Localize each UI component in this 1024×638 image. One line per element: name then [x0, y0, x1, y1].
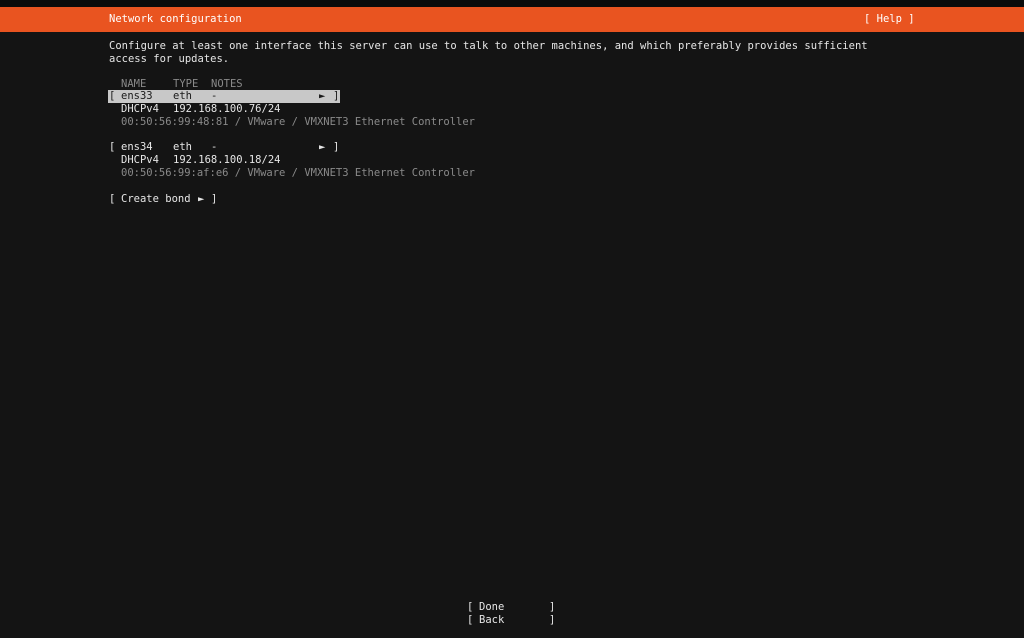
description-text: Configure at least one interface this se…	[109, 40, 868, 65]
bracket-open: [	[109, 141, 116, 153]
submenu-arrow-icon: ►	[198, 193, 205, 205]
back-button[interactable]: [ Back ]	[467, 614, 559, 627]
column-header-notes: NOTES	[211, 78, 243, 90]
page-title: Network configuration	[109, 13, 242, 25]
interface-notes: -	[211, 141, 218, 153]
interface-address: 192.168.100.76/24	[173, 103, 281, 115]
help-button[interactable]: [ Help ]	[864, 13, 915, 26]
interface-name: ens33	[121, 90, 153, 102]
interface-details: 00:50:56:99:48:81 / VMware / VMXNET3 Eth…	[121, 116, 476, 128]
interface-method: DHCPv4	[121, 154, 159, 166]
submenu-arrow-icon: ►	[319, 141, 326, 153]
create-bond-label: Create bond	[121, 193, 191, 205]
column-header-name: NAME	[121, 78, 147, 90]
back-label: Back	[479, 614, 505, 626]
submenu-arrow-icon: ►	[319, 90, 326, 102]
bracket-open: [	[467, 601, 474, 613]
bracket-close: ]	[549, 614, 556, 626]
interface-address: 192.168.100.18/24	[173, 154, 281, 166]
top-strip	[0, 0, 1024, 7]
interface-name: ens34	[121, 141, 153, 153]
create-bond-button[interactable]: [ Create bond ► ]	[109, 193, 219, 206]
interface-method: DHCPv4	[121, 103, 159, 115]
done-label: Done	[479, 601, 505, 613]
bracket-close: ]	[333, 90, 340, 102]
interface-row-ens33[interactable]: [ ens33 eth - ► ]	[108, 90, 340, 103]
interface-details: 00:50:56:99:af:e6 / VMware / VMXNET3 Eth…	[121, 167, 476, 179]
bracket-open: [	[109, 90, 116, 102]
bracket-open: [	[467, 614, 474, 626]
column-header-type: TYPE	[173, 78, 199, 90]
interface-row-ens34[interactable]: [ ens34 eth - ► ]	[109, 141, 341, 154]
interface-notes: -	[211, 90, 218, 102]
interface-type: eth	[173, 90, 192, 102]
bracket-close: ]	[211, 193, 218, 205]
bracket-close: ]	[333, 141, 340, 153]
bracket-close: ]	[549, 601, 556, 613]
interface-type: eth	[173, 141, 192, 153]
done-button[interactable]: [ Done ]	[467, 601, 559, 614]
header-bar: Network configuration [ Help ]	[0, 7, 1024, 32]
bracket-open: [	[109, 193, 116, 205]
